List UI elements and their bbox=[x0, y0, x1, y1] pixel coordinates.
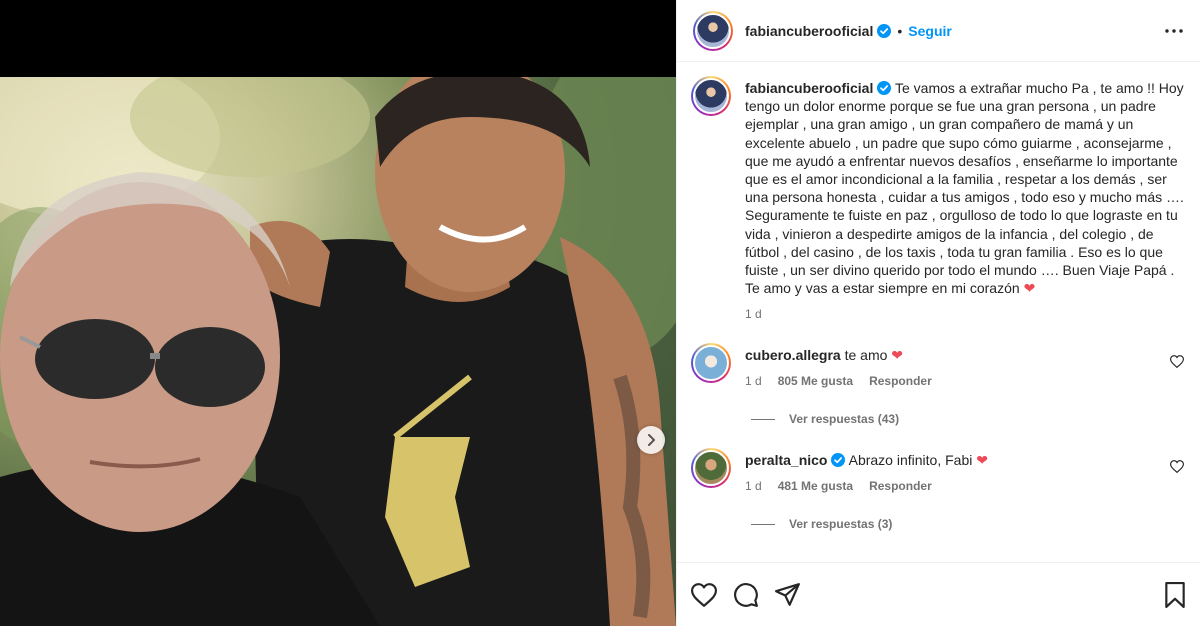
comment-time[interactable]: 1 d bbox=[745, 374, 762, 388]
caption-meta: 1 d bbox=[745, 307, 1184, 321]
post-actions-bar bbox=[677, 562, 1200, 626]
verified-badge-icon bbox=[877, 81, 892, 95]
next-photo-button[interactable] bbox=[637, 426, 665, 454]
comment-meta: 1 d 805 Me gusta Responder bbox=[745, 374, 1184, 388]
post-media bbox=[0, 0, 676, 626]
bookmark-icon[interactable] bbox=[1164, 581, 1186, 608]
comment-likes[interactable]: 481 Me gusta bbox=[778, 479, 853, 493]
heart-emoji: ❤ bbox=[891, 347, 904, 364]
chevron-right-icon bbox=[648, 434, 655, 446]
author-username[interactable]: fabiancuberooficial bbox=[745, 23, 873, 39]
follow-button[interactable]: Seguir bbox=[908, 23, 952, 39]
post-header: fabiancuberooficial • Seguir bbox=[677, 0, 1200, 62]
caption-text: Te vamos a extrañar mucho Pa , te amo !!… bbox=[745, 80, 1184, 297]
verified-badge-icon bbox=[831, 453, 846, 468]
author-avatar[interactable] bbox=[693, 10, 733, 51]
more-options-icon[interactable] bbox=[1164, 28, 1184, 34]
commenter-username[interactable]: peralta_nico bbox=[745, 452, 827, 468]
comment-body: cubero.allegra te amo ❤ bbox=[745, 343, 1184, 364]
comment-item: peralta_nico Abrazo infinito, Fabi ❤ 1 d… bbox=[691, 448, 1185, 531]
view-replies-button[interactable]: Ver respuestas (3) bbox=[751, 517, 1184, 531]
post-details-panel: fabiancuberooficial • Seguir fabiancuber… bbox=[676, 0, 1200, 626]
heart-emoji: ❤ bbox=[976, 452, 988, 469]
reply-button[interactable]: Responder bbox=[869, 479, 932, 493]
heart-emoji: ❤ bbox=[1023, 280, 1036, 297]
verified-badge-icon bbox=[877, 23, 892, 38]
commenter-username[interactable]: cubero.allegra bbox=[745, 347, 841, 363]
caption-avatar[interactable] bbox=[691, 76, 731, 116]
replies-divider bbox=[751, 418, 775, 420]
commenter-avatar[interactable] bbox=[691, 343, 731, 384]
view-replies-button[interactable]: Ver respuestas (43) bbox=[751, 412, 1184, 426]
replies-divider bbox=[751, 523, 775, 525]
view-replies-label: Ver respuestas (3) bbox=[789, 517, 893, 532]
caption-username[interactable]: fabiancuberooficial bbox=[745, 80, 873, 96]
post-photo[interactable] bbox=[0, 77, 676, 626]
caption-time[interactable]: 1 d bbox=[745, 307, 762, 321]
share-icon[interactable] bbox=[775, 582, 801, 607]
comment-likes[interactable]: 805 Me gusta bbox=[778, 374, 853, 388]
comment-body: peralta_nico Abrazo infinito, Fabi ❤ bbox=[745, 448, 1184, 469]
comment-text: Abrazo infinito, Fabi bbox=[848, 452, 973, 469]
caption-body: fabiancuberooficial Te vamos a extrañar … bbox=[745, 79, 1184, 297]
reply-button[interactable]: Responder bbox=[869, 374, 932, 388]
like-comment-heart-icon[interactable] bbox=[1169, 355, 1185, 373]
like-comment-heart-icon[interactable] bbox=[1169, 460, 1185, 478]
comments-list[interactable]: fabiancuberooficial Te vamos a extrañar … bbox=[677, 62, 1200, 562]
comment-text: te amo bbox=[844, 347, 888, 364]
comment-meta: 1 d 481 Me gusta Responder bbox=[745, 479, 1184, 493]
comment-icon[interactable] bbox=[733, 582, 759, 608]
comment-item: cubero.allegra te amo ❤ 1 d 805 Me gusta… bbox=[691, 343, 1185, 426]
caption: fabiancuberooficial Te vamos a extrañar … bbox=[691, 76, 1184, 321]
commenter-avatar[interactable] bbox=[691, 448, 731, 489]
author-info: fabiancuberooficial • Seguir bbox=[745, 23, 952, 39]
comment-time[interactable]: 1 d bbox=[745, 479, 762, 493]
photo-illustration bbox=[0, 77, 676, 626]
separator-dot: • bbox=[897, 22, 903, 39]
heart-icon[interactable] bbox=[691, 582, 717, 607]
view-replies-label: Ver respuestas (43) bbox=[789, 412, 900, 427]
